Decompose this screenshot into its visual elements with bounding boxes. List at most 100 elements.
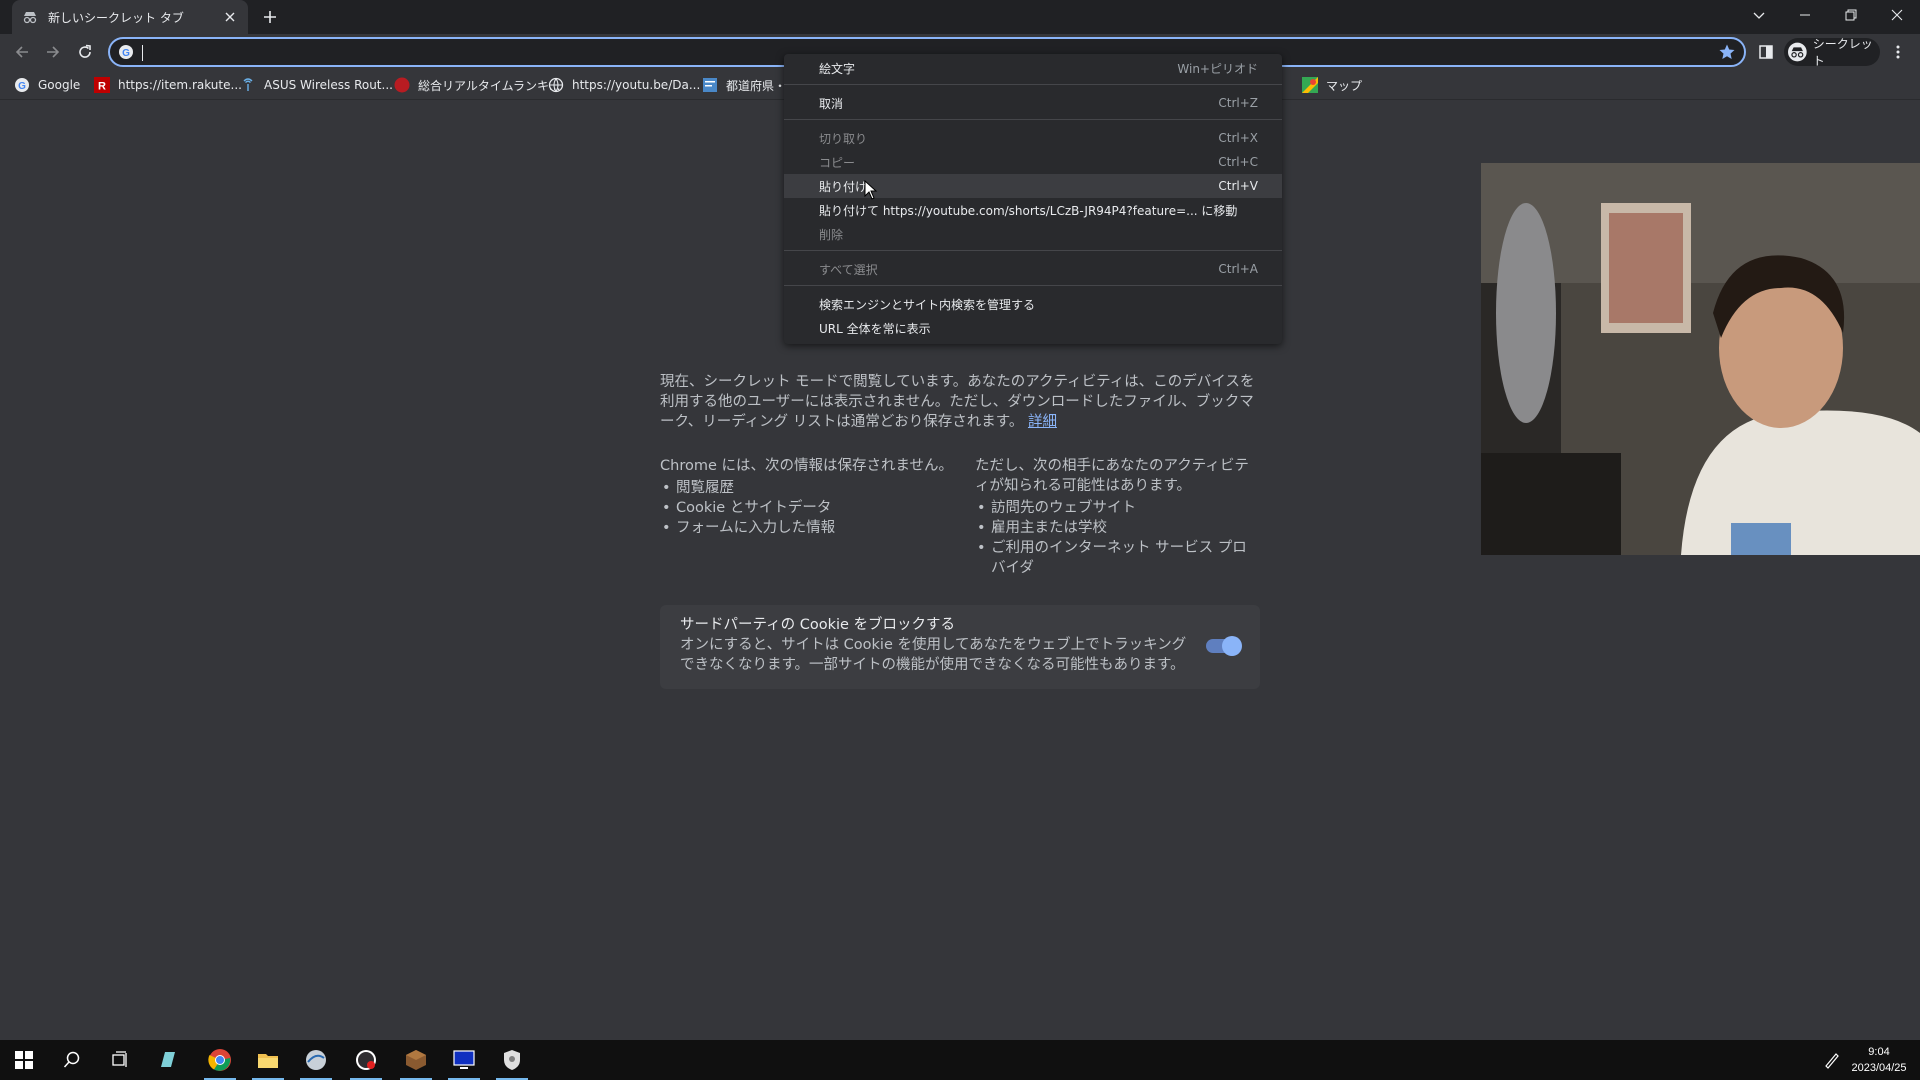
task-view-button[interactable] bbox=[96, 1040, 144, 1080]
menu-item-shortcut: Ctrl+C bbox=[1218, 155, 1258, 169]
bookmark-ranking[interactable]: 総合リアルタイムランキ... bbox=[394, 76, 560, 94]
menu-separator bbox=[784, 119, 1282, 120]
menu-item-paste-and-go[interactable]: 貼り付けて https://youtube.com/shorts/LCzB-JR… bbox=[784, 198, 1282, 222]
bookmark-maps[interactable]: マップ bbox=[1302, 76, 1362, 94]
list-item: ご利用のインターネット サービス プロバイダ bbox=[975, 538, 1260, 578]
menu-item-delete[interactable]: 削除 bbox=[784, 222, 1282, 246]
bookmark-star-icon[interactable] bbox=[1718, 43, 1736, 61]
menu-item-shortcut: Ctrl+Z bbox=[1218, 96, 1258, 110]
taskbar-app-shield[interactable] bbox=[488, 1040, 536, 1080]
menu-item-label: コピー bbox=[819, 155, 856, 170]
list-item: フォームに入力した情報 bbox=[660, 518, 960, 538]
taskbar-app-4[interactable] bbox=[292, 1040, 340, 1080]
incognito-intro: 現在、シークレット モードで閲覧しています。あなたのアクティビティは、このデバイ… bbox=[660, 372, 1260, 432]
taskbar-app-minecraft[interactable] bbox=[392, 1040, 440, 1080]
cookie-description: オンにすると、サイトは Cookie を使用してあなたをウェブ上でトラッキングで… bbox=[680, 637, 1187, 673]
document-icon bbox=[702, 77, 718, 93]
close-window-button[interactable] bbox=[1874, 0, 1920, 30]
chrome-icon bbox=[208, 1049, 231, 1071]
menu-item-shortcut: Win+ピリオド bbox=[1177, 61, 1258, 76]
menu-item-copy[interactable]: コピー Ctrl+C bbox=[784, 150, 1282, 174]
taskbar-app-monitor[interactable] bbox=[440, 1040, 488, 1080]
svg-text:G: G bbox=[122, 48, 130, 59]
bookmark-label: マップ bbox=[1326, 78, 1363, 93]
intro-text: 現在、シークレット モードで閲覧しています。あなたのアクティビティは、このデバイ… bbox=[660, 374, 1255, 430]
incognito-info: 現在、シークレット モードで閲覧しています。あなたのアクティビティは、このデバイ… bbox=[660, 372, 1260, 576]
bookmark-prefecture[interactable]: 都道府県・ bbox=[702, 76, 786, 94]
minimize-icon bbox=[1800, 14, 1810, 16]
bookmark-label: 都道府県・ bbox=[726, 78, 787, 93]
system-clock[interactable]: 9:04 2023/04/25 bbox=[1844, 1044, 1914, 1076]
new-tab-button[interactable] bbox=[258, 7, 282, 27]
ranking-icon bbox=[394, 77, 410, 93]
context-menu: 絵文字 Win+ピリオド 取消 Ctrl+Z 切り取り Ctrl+X コピー C… bbox=[784, 54, 1282, 344]
minimize-button[interactable] bbox=[1782, 0, 1828, 30]
globe-icon bbox=[548, 77, 564, 93]
tab-search-button[interactable] bbox=[1736, 0, 1782, 30]
tab-title: 新しいシークレット タブ bbox=[48, 10, 184, 25]
router-icon bbox=[240, 77, 256, 93]
learn-more-link[interactable]: 詳細 bbox=[1028, 414, 1057, 430]
menu-item-cut[interactable]: 切り取り Ctrl+X bbox=[784, 126, 1282, 150]
tab-strip: 新しいシークレット タブ bbox=[0, 0, 1920, 34]
bookmark-youtu-be[interactable]: https://youtu.be/Da... bbox=[548, 76, 700, 94]
forward-button[interactable] bbox=[41, 40, 65, 64]
bookmark-label: https://item.rakute... bbox=[118, 78, 242, 92]
google-icon: G bbox=[118, 44, 134, 60]
bookmark-rakuten[interactable]: R https://item.rakute... bbox=[94, 76, 242, 94]
menu-item-paste[interactable]: 貼り付け Ctrl+V bbox=[784, 174, 1282, 198]
side-panel-icon bbox=[1759, 45, 1773, 59]
maps-icon bbox=[1302, 77, 1318, 93]
menu-item-select-all[interactable]: すべて選択 Ctrl+A bbox=[784, 257, 1282, 281]
bookmark-label: 総合リアルタイムランキ... bbox=[418, 78, 561, 93]
taskbar-app-chrome[interactable] bbox=[196, 1040, 244, 1080]
start-button[interactable] bbox=[0, 1040, 48, 1080]
tab-close-icon[interactable] bbox=[222, 9, 238, 25]
windows-logo-icon bbox=[15, 1051, 33, 1069]
reload-button[interactable] bbox=[73, 40, 97, 64]
not-saved-column: Chrome には、次の情報は保存されません。 閲覧履歴 Cookie とサイト… bbox=[660, 456, 960, 538]
reload-icon bbox=[79, 44, 91, 58]
more-vertical-icon bbox=[1896, 45, 1900, 59]
profile-label: シークレット bbox=[1812, 37, 1873, 68]
plus-icon bbox=[264, 11, 276, 23]
arrow-left-icon bbox=[15, 46, 28, 58]
restore-button[interactable] bbox=[1828, 0, 1874, 30]
search-icon bbox=[63, 1051, 80, 1068]
close-icon bbox=[1891, 9, 1903, 21]
taskbar-app-explorer[interactable] bbox=[244, 1040, 292, 1080]
pen-icon bbox=[1825, 1053, 1839, 1069]
bookmark-asus-router[interactable]: ASUS Wireless Rout... bbox=[240, 76, 393, 94]
back-button[interactable] bbox=[10, 40, 34, 64]
taskbar-search-button[interactable] bbox=[48, 1040, 96, 1080]
menu-item-emoji[interactable]: 絵文字 Win+ピリオド bbox=[784, 56, 1282, 80]
side-panel-button[interactable] bbox=[1754, 40, 1778, 64]
bookmark-google[interactable]: G Google bbox=[14, 76, 80, 94]
incognito-profile-chip[interactable]: シークレット bbox=[1784, 37, 1880, 68]
taskbar-app-notes[interactable] bbox=[144, 1040, 192, 1080]
svg-text:G: G bbox=[18, 81, 26, 92]
chevron-down-icon bbox=[1753, 12, 1765, 19]
google-icon: G bbox=[14, 77, 30, 93]
cookie-title: サードパーティの Cookie をブロックする bbox=[680, 617, 956, 633]
menu-item-show-full-url[interactable]: URL 全体を常に表示 bbox=[784, 316, 1282, 340]
clock-time: 9:04 bbox=[1868, 1046, 1890, 1058]
menu-item-undo[interactable]: 取消 Ctrl+Z bbox=[784, 91, 1282, 115]
minecraft-icon bbox=[406, 1050, 426, 1070]
windows-taskbar: 9:04 2023/04/25 bbox=[0, 1040, 1920, 1080]
restore-icon bbox=[1845, 9, 1857, 21]
webcam-video-image bbox=[1481, 163, 1920, 555]
menu-button[interactable] bbox=[1886, 40, 1910, 64]
tab-incognito[interactable]: 新しいシークレット タブ bbox=[12, 0, 248, 34]
incognito-icon bbox=[22, 9, 38, 25]
mouse-cursor-icon bbox=[864, 180, 878, 200]
not-saved-heading: Chrome には、次の情報は保存されません。 bbox=[660, 458, 954, 474]
menu-item-label: 貼り付け bbox=[819, 179, 868, 194]
cookie-block-toggle[interactable] bbox=[1206, 636, 1242, 656]
menu-item-shortcut: Ctrl+X bbox=[1218, 131, 1258, 145]
list-item: Cookie とサイトデータ bbox=[660, 498, 960, 518]
svg-text:R: R bbox=[98, 81, 106, 93]
taskbar-app-recorder[interactable] bbox=[342, 1040, 390, 1080]
menu-item-label: 削除 bbox=[819, 227, 844, 242]
menu-item-manage-search-engines[interactable]: 検索エンジンとサイト内検索を管理する bbox=[784, 292, 1282, 316]
